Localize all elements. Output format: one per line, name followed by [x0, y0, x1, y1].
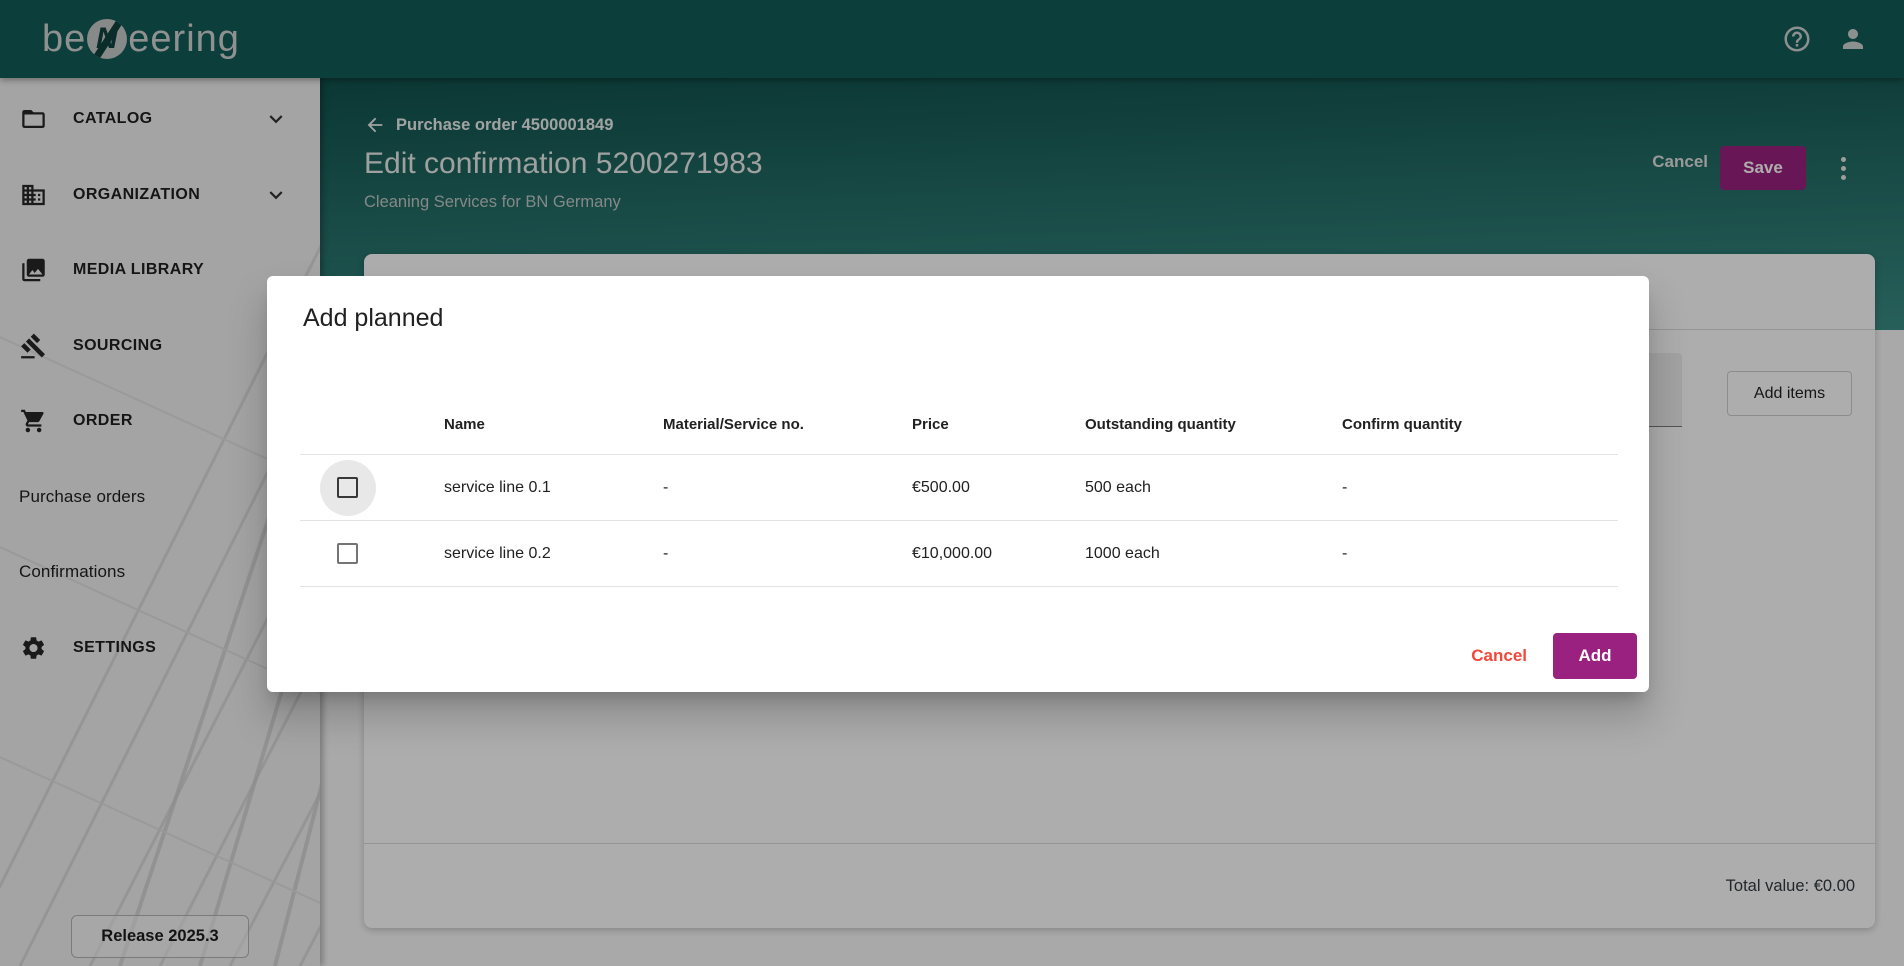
- table-header-row: Name Material/Service no. Price Outstand…: [300, 395, 1618, 455]
- row-checkbox[interactable]: [337, 477, 358, 498]
- planned-lines-table: Name Material/Service no. Price Outstand…: [300, 395, 1618, 587]
- cell-outstanding-quantity: 500 each: [1085, 479, 1342, 497]
- column-header: Outstanding quantity: [1085, 416, 1342, 433]
- cell-price: €500.00: [912, 479, 1085, 497]
- add-planned-dialog: Add planned Name Material/Service no. Pr…: [267, 276, 1649, 692]
- column-header: Price: [912, 416, 1085, 433]
- column-header: Name: [444, 416, 663, 433]
- application-window: be N eering: [0, 0, 1904, 966]
- dialog-title: Add planned: [303, 304, 443, 333]
- cell-name: service line 0.2: [444, 545, 663, 563]
- column-header: Confirm quantity: [1342, 416, 1618, 433]
- cell-price: €10,000.00: [912, 545, 1085, 563]
- cell-confirm-quantity: -: [1342, 479, 1618, 497]
- row-checkbox[interactable]: [337, 543, 358, 564]
- dialog-add-button[interactable]: Add: [1553, 633, 1637, 679]
- column-header: Material/Service no.: [663, 416, 912, 433]
- table-row[interactable]: service line 0.1 - €500.00 500 each -: [300, 455, 1618, 521]
- table-row[interactable]: service line 0.2 - €10,000.00 1000 each …: [300, 521, 1618, 587]
- dialog-cancel-button[interactable]: Cancel: [1461, 633, 1537, 679]
- cell-confirm-quantity: -: [1342, 545, 1618, 563]
- cell-material-service-no: -: [663, 545, 912, 563]
- cell-name: service line 0.1: [444, 479, 663, 497]
- cell-outstanding-quantity: 1000 each: [1085, 545, 1342, 563]
- cell-material-service-no: -: [663, 479, 912, 497]
